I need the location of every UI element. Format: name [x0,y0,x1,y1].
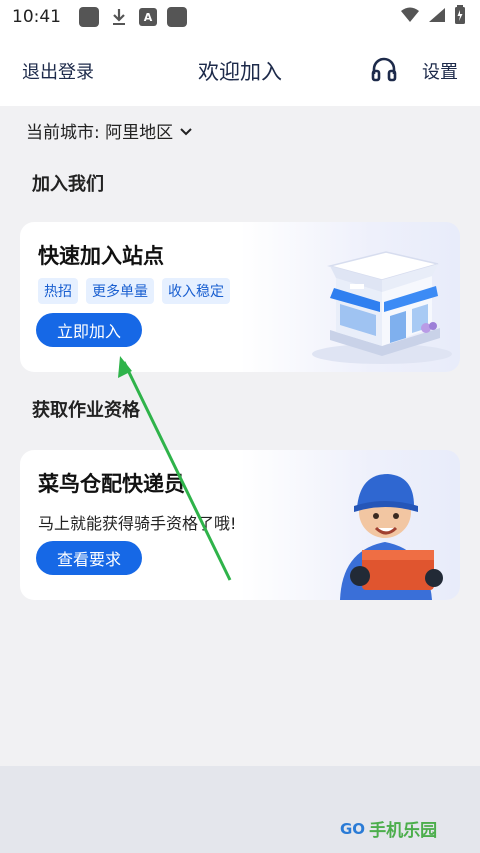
station-card-title: 快速加入站点 [38,244,164,268]
headset-icon[interactable] [370,56,398,84]
join-section-title: 加入我们 [32,174,104,195]
city-label: 当前城市: 阿里地区 [26,123,174,143]
qualify-section-title: 获取作业资格 [32,400,140,421]
status-notification-icons: A [79,7,187,27]
station-tags: 热招 更多单量 收入稳定 [38,278,230,304]
battery-icon [454,5,466,29]
app-notification-icon-2 [167,7,187,27]
courier-card[interactable]: 菜鸟仓配快递员 马上就能获得骑手资格了哦! 查看要求 [20,450,460,600]
watermark: GO 手机乐园 [340,816,438,842]
wifi-icon [400,7,420,27]
courier-card-title: 菜鸟仓配快递员 [38,472,185,496]
view-requirements-button[interactable]: 查看要求 [36,541,142,575]
tag-more-orders: 更多单量 [86,278,154,304]
chevron-down-icon [179,124,193,138]
station-card[interactable]: 快速加入站点 热招 更多单量 收入稳定 立即加入 [20,222,460,372]
logout-button[interactable]: 退出登录 [22,58,94,84]
settings-button[interactable]: 设置 [422,58,458,84]
signal-icon [428,7,446,27]
courier-character-illustration [310,450,460,600]
tag-hot: 热招 [38,278,78,304]
app-header: 退出登录 欢迎加入 设置 [0,34,480,106]
watermark-text: 手机乐园 [369,821,438,841]
status-time: 10:41 [12,7,61,27]
join-now-button[interactable]: 立即加入 [36,313,142,347]
watermark-logo: GO [340,819,366,838]
status-bar: 10:41 A [0,0,480,34]
font-app-icon: A [139,8,157,26]
city-selector[interactable]: 当前城市: 阿里地区 [26,118,193,143]
tag-stable-income: 收入稳定 [162,278,230,304]
download-icon [109,7,129,27]
station-building-illustration [290,228,460,368]
app-notification-icon [79,7,99,27]
courier-card-subtitle: 马上就能获得骑手资格了哦! [38,514,237,533]
status-system-icons [400,5,466,29]
